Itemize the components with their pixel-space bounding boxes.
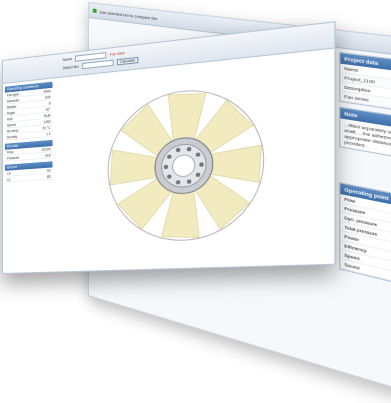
condition-value: 630: [45, 94, 51, 100]
operating-row-label: Sound: [344, 261, 360, 271]
condition-label: Lw: [6, 170, 11, 176]
condition-label: Blades: [6, 104, 17, 110]
sound-rows: Lw 93 Lp 85: [4, 167, 53, 183]
project-data-panel: Project data Name Project_1100 Descripti…: [339, 51, 391, 117]
condition-value: 93: [46, 168, 51, 173]
operating-point-rows: Flow12,100 m³/hPressure416.8 PaDyn. pres…: [340, 194, 391, 291]
condition-label: Air temp: [6, 128, 19, 134]
fan-selector-window: Name Fan data Select fan Calculate Opera…: [2, 21, 336, 274]
condition-label: Lp: [6, 176, 11, 182]
name-label: Name: [62, 56, 73, 63]
condition-value: 8: [48, 100, 51, 106]
condition-label: Density: [6, 134, 18, 140]
checkbox-icon[interactable]: [92, 8, 97, 14]
condition-value: 416: [45, 152, 51, 158]
condition-label: Speed: [6, 122, 16, 128]
condition-value: 85: [46, 174, 51, 179]
condition-value: 1.2: [46, 131, 51, 136]
condition-value: 1450: [43, 119, 51, 124]
properties-sidebar: Project data Name Project_1100 Descripti…: [339, 51, 391, 392]
fan-preview-canvas[interactable]: [56, 52, 330, 268]
condition-value: Axial: [43, 88, 51, 94]
screenshot-scene: Use selected fan to compare fan Project …: [0, 0, 391, 403]
note-panel: Note ...fitted separately on the crank s…: [339, 106, 391, 164]
operating-point-panel: Operating point Flow12,100 m³/hPressure4…: [339, 182, 391, 293]
condition-label: Pressure: [6, 155, 20, 161]
compare-fan-label[interactable]: Use selected fan to compare fan: [99, 9, 157, 21]
condition-label: Fan type: [6, 91, 20, 98]
conditions-panel: Operating conditions Fan type Axial Diamet…: [4, 81, 53, 269]
condition-value: 30°: [45, 106, 51, 112]
select-fan-label: Select fan: [62, 64, 79, 71]
condition-label: Angle: [6, 110, 15, 116]
condition-value: 20 °C: [42, 125, 51, 131]
conditions-rows: Fan type Axial Diameter 630 Blades 8 Angle 30° H…: [4, 87, 53, 141]
fan-drawing: [57, 53, 330, 268]
condition-label: Flow: [6, 149, 14, 155]
results-rows: Flow 12100 Pressure 416: [4, 146, 53, 162]
condition-value: HUB: [43, 113, 51, 118]
condition-value: 12100: [41, 146, 51, 152]
select-fan-dropdown[interactable]: [81, 59, 114, 70]
calculate-button[interactable]: Calculate: [116, 56, 139, 66]
condition-label: Diameter: [6, 97, 20, 104]
fan-data-link[interactable]: Fan data: [110, 51, 125, 57]
operating-row-label: Flow: [344, 195, 356, 205]
condition-label: Hub: [6, 116, 13, 122]
note-text: ...fitted separately on the crank shaft.…: [344, 121, 391, 150]
